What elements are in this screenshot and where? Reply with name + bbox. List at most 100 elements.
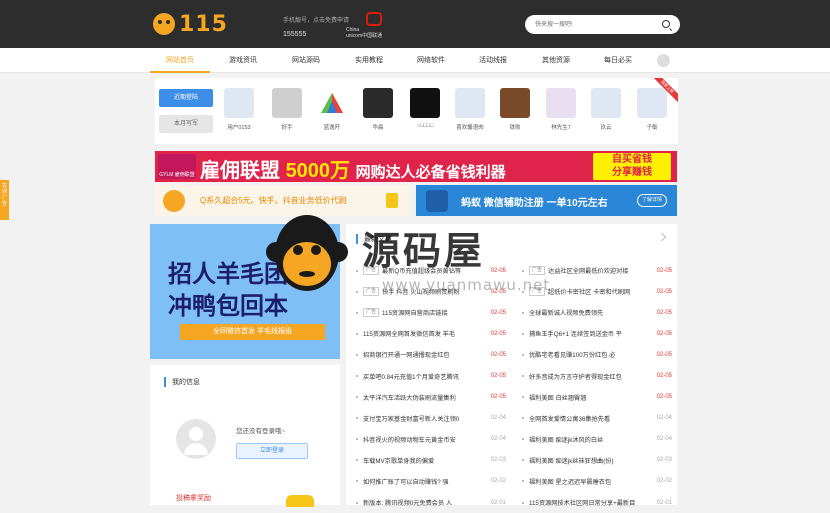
bullet-icon <box>356 417 358 420</box>
news-row[interactable]: 买单吧0.84元充值1个月爱奇艺腾讯 02-05 <box>356 365 506 386</box>
news-row[interactable]: 全球最新诚人视频免费领先 02-05 <box>522 302 672 323</box>
news-row[interactable]: 福利美图 痴迷jk丝袜狂想曲(份) 02-03 <box>522 450 672 471</box>
news-title[interactable]: 福利美图 痴迷jk丝袜狂想曲(份) <box>529 456 653 465</box>
avatar <box>500 88 530 118</box>
nav-item-tutorials[interactable]: 实用教程 <box>339 48 399 73</box>
recruit-ad[interactable]: 招人羊毛团 冲鸭包回本 全网微信首发 羊毛线报组 <box>150 224 340 359</box>
avatar <box>591 88 621 118</box>
avatar <box>317 88 347 118</box>
avatar <box>224 88 254 118</box>
user-card[interactable]: 铁败 <box>495 88 535 131</box>
news-date: 02-03 <box>490 457 506 464</box>
nav-item-site-source[interactable]: 网站源码 <box>276 48 336 73</box>
learn-more-button[interactable]: 了解详情 <box>637 194 667 207</box>
news-title[interactable]: 全网首发爱情公寓36集抢先看 <box>529 414 653 423</box>
news-title[interactable]: 最新Q币充值超级会员黄钻等 <box>382 266 487 275</box>
search-icon[interactable] <box>662 20 670 28</box>
news-row[interactable]: 好多音成为方言守护者得现金红包 02-05 <box>522 365 672 386</box>
news-title[interactable]: 115资源网全网首发微信首发 羊毛 <box>363 329 487 338</box>
nav-item-activities[interactable]: 活动线报 <box>463 48 523 73</box>
news-title[interactable]: 好多音成为方言守护者得现金红包 <box>529 372 653 381</box>
news-title[interactable]: 达益社区全网最低价欢迎对接 <box>548 266 653 275</box>
news-row[interactable]: 如何推广账了可以自动赚钱? 强 02-02 <box>356 471 506 492</box>
news-row[interactable]: 广告 达益社区全网最低价欢迎对接 02-05 <box>522 260 672 281</box>
news-title[interactable]: 车载MV京歌单身我的偏爱 <box>363 456 487 465</box>
news-row[interactable]: 广告 超低价卡密社区 卡密和代刷网 02-05 <box>522 281 672 302</box>
news-title[interactable]: 招商银行开通一网通撸现金红包 <box>363 350 487 359</box>
news-row[interactable]: 115资源网全网首发微信首发 羊毛 02-05 <box>356 323 506 344</box>
search-input[interactable] <box>535 19 655 30</box>
unicom-logo[interactable]: China unicom中国联通 <box>346 12 392 39</box>
user-card[interactable]: 喜欢馨语肉 <box>450 88 490 131</box>
gylm-logo: GYLM 雇佣联盟 <box>158 154 196 179</box>
news-title[interactable]: 抖音视火的视频动物车元黄金币安 <box>363 435 487 444</box>
news-row[interactable]: 广告 最新Q币充值超级会员黄钻等 02-05 <box>356 260 506 281</box>
nav-item-daily-buy[interactable]: 每日必买 <box>588 48 648 73</box>
bullet-icon <box>522 480 524 483</box>
bullet-icon <box>522 501 524 504</box>
news-row[interactable]: 广告 115资源网自营商店链接 02-05 <box>356 302 506 323</box>
news-title[interactable]: 超低价卡密社区 卡密和代刷网 <box>548 287 653 296</box>
user-name: 铁败 <box>509 125 521 131</box>
news-row[interactable]: 车载MV京歌单身我的偏爱 02-03 <box>356 450 506 471</box>
news-title[interactable]: 买单吧0.84元充值1个月爱奇艺腾讯 <box>363 372 487 381</box>
news-title[interactable]: 支付宝万家基金财富号新人关注领0 <box>363 414 487 423</box>
news-title[interactable]: 优酷宅老看见赚100万份红包 必 <box>529 350 653 359</box>
news-title[interactable]: 115资源网自营商店链接 <box>382 308 487 317</box>
user-card[interactable]: ○□□□□ <box>405 88 445 129</box>
site-logo[interactable]: 115 <box>153 11 228 37</box>
user-card[interactable]: 玖云 <box>586 88 626 131</box>
news-row[interactable]: 全网首发爱情公寓36集抢先看 02-04 <box>522 408 672 429</box>
submit-reward-link[interactable]: 投稿拿奖励 <box>176 493 211 503</box>
news-row[interactable]: 支付宝万家基金财富号新人关注领0 02-04 <box>356 408 506 429</box>
tab-monthly[interactable]: 本月写军 <box>159 115 213 133</box>
tab-recent-login[interactable]: 近期登陆 <box>159 89 213 107</box>
header-promo[interactable]: 手机靓号，点击免费申请 155555 <box>283 14 349 42</box>
news-row[interactable]: 捕鱼王手Q6+1 连续签到送金币 平 02-05 <box>522 323 672 344</box>
user-card[interactable]: 用户0153 <box>219 88 259 131</box>
news-title[interactable]: 快手 抖音 火山视频刷赞刷粉 <box>382 287 487 296</box>
user-card[interactable]: 蓝逸阡 <box>312 88 352 131</box>
news-title[interactable]: 太平洋汽车活跃大伪装刷流量集利 <box>363 393 487 402</box>
nav-item-software[interactable]: 网络软件 <box>401 48 461 73</box>
news-row[interactable]: 福利美图 白丝翘臀翘 02-05 <box>522 387 672 408</box>
close-ad-tag[interactable]: 关闭广告 <box>0 180 9 220</box>
banner-gylm-title-c: 网购达人必备省钱利器 <box>355 164 506 181</box>
banner-qq-service[interactable]: Q系久超合5元。快手。抖音业务低价代刷 <box>155 185 410 216</box>
news-row[interactable]: 太平洋汽车活跃大伪装刷流量集利 02-05 <box>356 387 506 408</box>
news-row[interactable]: 115资源网技术社区网日常分享+最新目 02-01 <box>522 492 672 513</box>
news-title[interactable]: 115资源网技术社区网日常分享+最新目 <box>529 498 653 507</box>
login-button[interactable]: 立即登录 <box>236 443 308 459</box>
bullet-icon <box>356 459 358 462</box>
news-row[interactable]: 福利美图 星之迟迟早晨睡衣包 02-02 <box>522 471 672 492</box>
search-box <box>525 15 680 34</box>
user-card[interactable]: 林先生7 <box>541 88 581 131</box>
promo-line2: 155555 <box>283 31 307 38</box>
news-row[interactable]: 新版本: 腾讯视频0元免费会员 人 02-01 <box>356 492 506 513</box>
user-avatar-icon[interactable] <box>657 54 670 67</box>
news-row[interactable]: 招商银行开通一网通撸现金红包 02-05 <box>356 344 506 365</box>
news-title[interactable]: 捕鱼王手Q6+1 连续签到送金币 平 <box>529 329 653 338</box>
user-name: ○□□□□ <box>416 123 434 129</box>
news-date: 02-04 <box>656 415 672 422</box>
banner-gylm[interactable]: GYLM 雇佣联盟 雇佣联盟 5000万 网购达人必备省钱利器 自买省钱 分享赚… <box>155 151 677 182</box>
news-row[interactable]: 优酷宅老看见赚100万份红包 必 02-05 <box>522 344 672 365</box>
news-title[interactable]: 福利美图 痴迷jk沐风的白丝 <box>529 435 653 444</box>
user-name: 喜欢馨语肉 <box>456 125 484 131</box>
news-title[interactable]: 新版本: 腾讯视频0元免费会员 人 <box>363 498 487 507</box>
news-title[interactable]: 福利美图 白丝翘臀翘 <box>529 393 653 402</box>
news-title[interactable]: 福利美图 星之迟迟早晨睡衣包 <box>529 477 653 486</box>
nav-item-other[interactable]: 其他资源 <box>526 48 586 73</box>
nav-item-home[interactable]: 网站首页 <box>150 48 210 73</box>
news-row[interactable]: 抖音视火的视频动物车元黄金币安 02-04 <box>356 429 506 450</box>
chevron-right-icon[interactable] <box>657 232 667 242</box>
ribbon-badge[interactable]: 我要上榜 <box>654 78 678 102</box>
user-card[interactable]: 好手 <box>267 88 307 131</box>
nav-item-game-news[interactable]: 游戏资讯 <box>213 48 273 73</box>
user-card[interactable]: 华晨 <box>358 88 398 131</box>
news-row[interactable]: 福利美图 痴迷jk沐风的白丝 02-04 <box>522 429 672 450</box>
news-row[interactable]: 广告 快手 抖音 火山视频刷赞刷粉 02-05 <box>356 281 506 302</box>
banner-ant-wechat[interactable]: 蚂蚁 微信辅助注册 一单10元左右 了解详情 <box>416 185 677 216</box>
news-title[interactable]: 全球最新诚人视频免费领先 <box>529 308 653 317</box>
news-title[interactable]: 如何推广账了可以自动赚钱? 强 <box>363 477 487 486</box>
